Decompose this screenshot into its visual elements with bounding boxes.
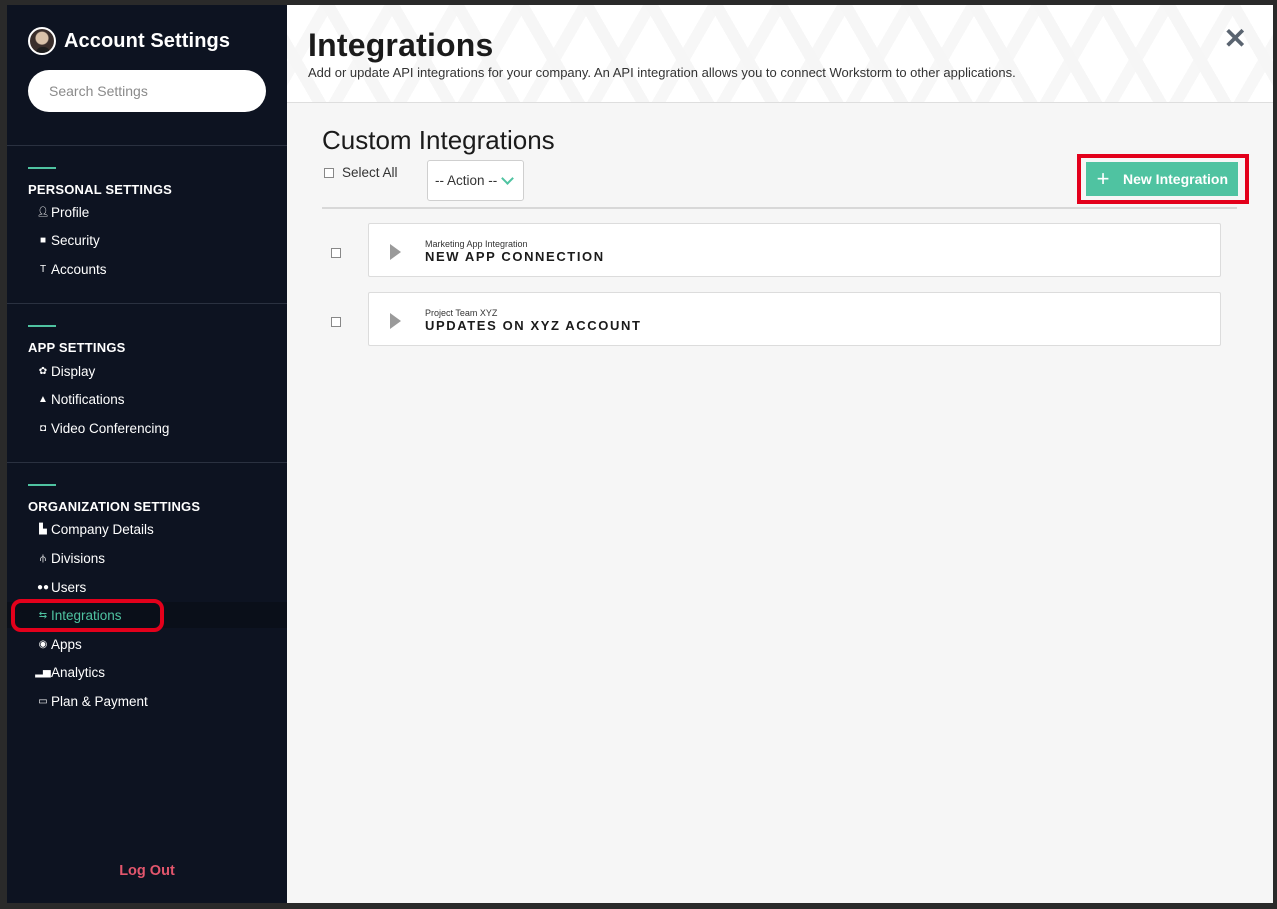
integration-name: UPDATES ON XYZ ACCOUNT (425, 318, 642, 333)
close-icon[interactable]: ✕ (1224, 25, 1247, 53)
sidebar-item-profile[interactable]: 👤︎ Profile (7, 199, 287, 225)
app-frame: Account Settings PERSONAL SETTINGS 👤︎ Pr… (0, 0, 1277, 909)
divider (7, 303, 287, 304)
integration-row[interactable]: Marketing App Integration NEW APP CONNEC… (368, 223, 1221, 277)
sidebar-item-integrations[interactable]: ⇆ Integrations (7, 602, 287, 628)
sidebar-item-label: Notifications (51, 391, 125, 407)
sidebar-item-label: Users (51, 579, 87, 595)
lock-icon: ■ (39, 234, 47, 246)
sidebar-item-label: Security (51, 232, 100, 248)
page-header: Integrations Add or update API integrati… (287, 5, 1273, 103)
sidebar-item-label: Integrations (51, 607, 122, 623)
new-integration-label: New Integration (1123, 171, 1229, 187)
sidebar-item-label: Plan & Payment (51, 693, 148, 709)
action-dropdown[interactable]: -- Action -- (427, 160, 524, 201)
section-accent (28, 167, 56, 169)
expand-arrow-icon[interactable] (390, 244, 401, 260)
integration-name: NEW APP CONNECTION (425, 249, 605, 264)
logout-link[interactable]: Log Out (7, 863, 287, 879)
plus-icon: + (1096, 166, 1110, 191)
select-all[interactable]: Select All (324, 165, 398, 180)
sidebar-item-label: Analytics (51, 664, 106, 680)
row-checkbox[interactable] (331, 248, 341, 258)
sidebar-item-accounts[interactable]: T Accounts (7, 256, 287, 282)
action-dropdown-value: -- Action -- (435, 173, 498, 188)
building-icon: ▙ (39, 523, 47, 535)
search-settings-input[interactable] (28, 70, 266, 112)
main-panel: Integrations Add or update API integrati… (287, 5, 1273, 903)
users-icon: ●● (36, 581, 50, 593)
sidebar-item-label: Profile (51, 204, 90, 220)
avatar[interactable] (28, 27, 56, 55)
sidebar-item-display[interactable]: ✿ Display (7, 358, 287, 384)
person-icon: 👤︎ (36, 206, 50, 218)
sidebar-item-security[interactable]: ■ Security (7, 227, 287, 253)
row-checkbox[interactable] (331, 317, 341, 327)
sidebar-item-label: Display (51, 363, 96, 379)
camera-icon: ◘ (39, 422, 47, 434)
section-title-organization: ORGANIZATION SETTINGS (28, 499, 201, 514)
sidebar-item-label: Apps (51, 636, 82, 652)
new-integration-button[interactable]: + New Integration (1086, 162, 1238, 196)
chevron-down-icon (501, 172, 515, 185)
settings-sidebar: Account Settings PERSONAL SETTINGS 👤︎ Pr… (7, 5, 287, 903)
section-accent (28, 325, 56, 327)
sidebar-item-analytics[interactable]: ▂▅ Analytics (7, 659, 287, 685)
sidebar-item-label: Divisions (51, 550, 106, 566)
integration-row[interactable]: Project Team XYZ UPDATES ON XYZ ACCOUNT (368, 292, 1221, 346)
bell-icon: ▲ (38, 393, 48, 405)
sidebar-item-label: Accounts (51, 261, 107, 277)
page-title: Integrations (308, 27, 494, 63)
sidebar-item-company-details[interactable]: ▙ Company Details (7, 516, 287, 542)
section-accent (28, 484, 56, 486)
integration-subtitle: Marketing App Integration (425, 239, 528, 249)
section-title-personal: PERSONAL SETTINGS (28, 182, 173, 197)
integration-subtitle: Project Team XYZ (425, 308, 498, 318)
gear-icon: ✿ (38, 365, 48, 377)
hierarchy-icon: ⫛ (40, 552, 46, 564)
select-all-checkbox[interactable] (324, 167, 334, 178)
apps-icon: ◉ (38, 638, 48, 650)
divider (322, 207, 1237, 209)
sidebar-title: Account Settings (64, 29, 231, 52)
credit-card-icon: ▭ (38, 695, 48, 707)
sidebar-item-video-conferencing[interactable]: ◘ Video Conferencing (7, 415, 287, 441)
divider (7, 462, 287, 463)
sidebar-item-users[interactable]: ●● Users (7, 574, 287, 600)
section-title-app: APP SETTINGS (28, 340, 126, 355)
swap-arrows-icon: ⇆ (38, 609, 48, 621)
sidebar-item-apps[interactable]: ◉ Apps (7, 631, 287, 657)
sidebar-item-notifications[interactable]: ▲ Notifications (7, 386, 287, 412)
sidebar-item-plan-payment[interactable]: ▭ Plan & Payment (7, 688, 287, 714)
sidebar-item-label: Video Conferencing (51, 420, 170, 436)
bar-chart-icon: ▂▅ (35, 666, 51, 678)
sidebar-item-divisions[interactable]: ⫛ Divisions (7, 545, 287, 571)
select-all-label: Select All (342, 165, 398, 180)
divider (7, 145, 287, 146)
sidebar-header: Account Settings (28, 27, 230, 55)
expand-arrow-icon[interactable] (390, 313, 401, 329)
section-title: Custom Integrations (322, 125, 555, 155)
accounts-icon: T (39, 263, 47, 275)
page-subtitle: Add or update API integrations for your … (308, 65, 1016, 80)
sidebar-item-label: Company Details (51, 521, 154, 537)
